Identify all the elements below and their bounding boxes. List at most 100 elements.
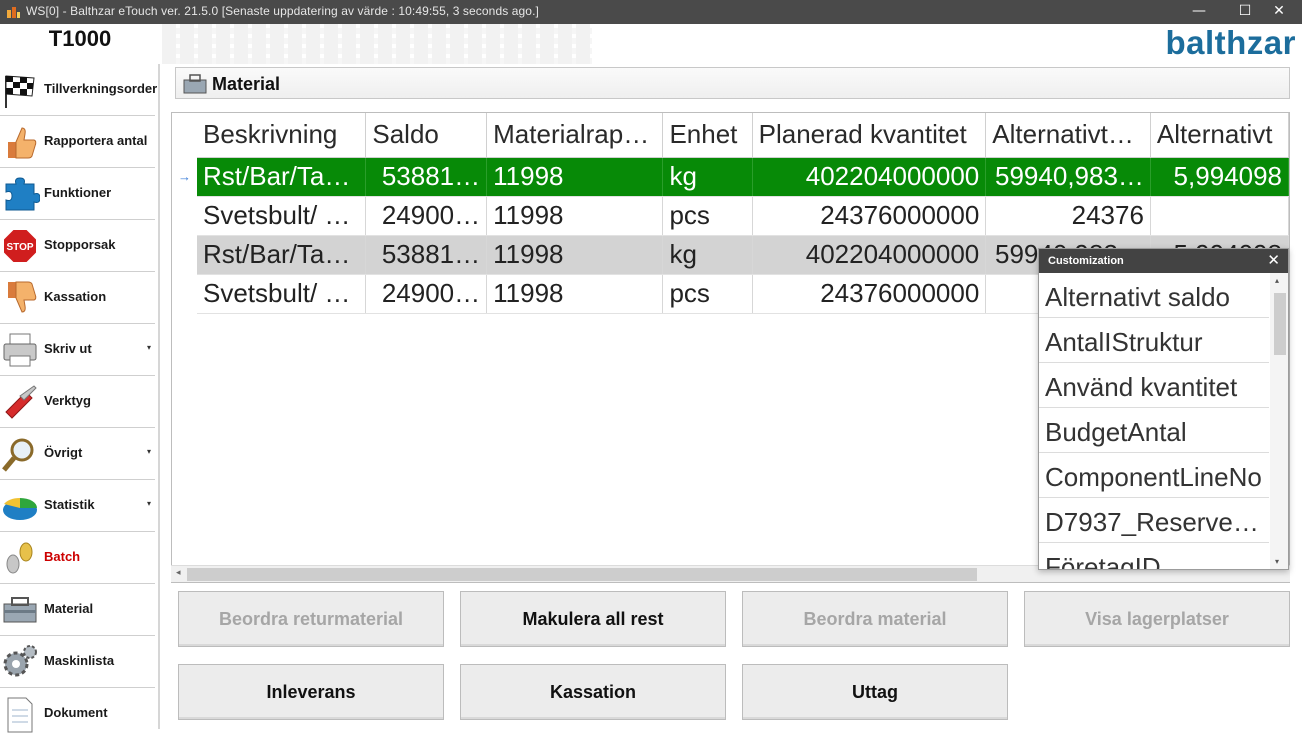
sidebar-item-kassation[interactable]: Kassation [0,272,155,324]
table-cell[interactable]: 402204000000 [752,157,987,197]
table-row[interactable]: Rst/Bar/Ta… 53881… 11998 kg 402204000000… [197,157,1289,197]
scroll-down-icon[interactable]: ▾ [1275,557,1279,566]
thumbs-up-icon [8,127,37,159]
close-icon[interactable]: ✕ [1267,251,1280,269]
minimize-button[interactable]: — [1176,0,1222,24]
table-cell[interactable]: 59940,983… [985,157,1151,197]
column-header[interactable]: Enhet [662,113,753,158]
column-header[interactable]: Beskrivning [197,113,367,158]
page-title: Material [212,74,281,94]
sidebar-item-stopporsak[interactable]: STOP Stopporsak [0,220,155,272]
column-header[interactable]: Materialrap… [486,113,664,158]
gears-icon [3,645,37,677]
sidebar-item-label: Maskinlista [44,653,115,668]
sidebar-item-maskinlista[interactable]: Maskinlista [0,636,155,688]
beordra-material-button[interactable]: Beordra material [742,591,1008,647]
stop-sign-icon: STOP [2,228,38,264]
pie-chart-icon [3,497,37,520]
kassation-button[interactable]: Kassation [460,664,726,720]
scrollbar-thumb[interactable] [1274,293,1286,355]
sidebar-item-label: Övrigt [44,445,83,460]
column-header[interactable]: Alternativt [1150,113,1289,158]
customization-column-item[interactable]: FöretagID [1039,543,1269,569]
table-cell[interactable]: 53881… [365,157,488,197]
window-titlebar: WS[0] - Balthzar eTouch ver. 21.5.0 [Sen… [0,0,1302,24]
table-cell[interactable]: 402204000000 [752,235,987,275]
table-cell[interactable]: 11998 [486,196,664,236]
sidebar-item-material[interactable]: Material [0,584,155,636]
footprints-icon [6,542,33,574]
table-cell[interactable]: Rst/Bar/Ta… [197,157,367,197]
table-cell[interactable]: 11998 [486,157,664,197]
sidebar-item-skriv-ut[interactable]: Skriv ut ▾ [0,324,155,376]
sidebar-item-label: Batch [44,549,81,564]
table-cell[interactable]: Rst/Bar/Ta… [197,235,367,275]
current-row-arrow-icon: → [178,169,191,184]
beordra-returmaterial-button[interactable]: Beordra returmaterial [178,591,444,647]
table-cell[interactable] [1150,196,1289,236]
table-row[interactable]: Svetsbult/ … 24900… 11998 pcs 2437600000… [197,196,1289,236]
table-cell[interactable]: 24376000000 [752,274,987,314]
sidebar-item-label: Dokument [44,705,108,720]
table-cell[interactable]: pcs [662,196,753,236]
magnifier-icon [2,438,34,472]
sidebar-item-dokument[interactable]: Dokument [0,688,155,740]
customization-column-item[interactable]: Alternativt saldo [1039,273,1269,318]
table-cell[interactable]: 5,994098 [1150,157,1289,197]
table-cell[interactable]: Svetsbult/ … [197,196,367,236]
table-cell[interactable]: kg [662,157,753,197]
column-header[interactable]: Saldo [365,113,488,158]
toolbox-icon [183,74,207,94]
toolbox-icon [3,597,37,623]
scroll-up-icon[interactable]: ▴ [1275,276,1279,285]
makulera-all-rest-button[interactable]: Makulera all rest [460,591,726,647]
sidebar-item-statistik[interactable]: Statistik ▾ [0,480,155,532]
column-header[interactable]: Planerad kvantitet [752,113,987,158]
sidebar-item-label: Material [44,601,94,616]
customization-column-item[interactable]: ComponentLineNo [1039,453,1269,498]
chevron-down-icon: ▾ [146,447,151,456]
sidebar: Tillverkningsorder Rapportera antal Funk… [0,64,160,733]
customization-column-item[interactable]: AntalIStruktur [1039,318,1269,363]
table-cell[interactable]: pcs [662,274,753,314]
table-cell[interactable]: 11998 [486,274,664,314]
sidebar-item-batch[interactable]: Batch [0,532,155,584]
sidebar-item-label: Stopporsak [44,237,116,252]
app-header: T1000 balthzar [0,24,1302,64]
sidebar-item-rapportera-antal[interactable]: Rapportera antal [0,116,155,168]
scroll-left-icon[interactable]: ◂ [176,567,181,578]
sidebar-item-ovrigt[interactable]: Övrigt ▾ [0,428,155,480]
sidebar-item-label: Verktyg [44,393,91,408]
chevron-down-icon: ▾ [146,343,151,352]
customization-scrollbar[interactable]: ▴ ▾ [1270,273,1288,569]
table-cell[interactable]: 24376000000 [752,196,987,236]
visa-lagerplatser-button[interactable]: Visa lagerplatser [1024,591,1290,647]
customization-column-item[interactable]: D7937_Reserve… [1039,498,1269,543]
table-cell[interactable]: Svetsbult/ … [197,274,367,314]
balthzar-logo: balthzar [1165,24,1296,61]
header-pattern [162,24,592,64]
customization-popup: Customization ✕ Alternativt saldo AntalI… [1038,248,1289,570]
checkered-flag-icon [5,75,35,108]
column-header[interactable]: Alternativt… [985,113,1151,158]
scrollbar-thumb[interactable] [187,568,977,581]
table-cell[interactable]: 24900… [365,196,488,236]
uttag-button[interactable]: Uttag [742,664,1008,720]
customization-column-item[interactable]: BudgetAntal [1039,408,1269,453]
close-window-button[interactable]: ✕ [1256,0,1302,24]
customization-title: Customization [1048,255,1124,267]
document-icon [7,697,33,733]
table-cell[interactable]: 11998 [486,235,664,275]
panel-header: Material [175,67,1290,99]
sidebar-item-tillverkningsorder[interactable]: Tillverkningsorder [0,64,157,116]
sidebar-item-label: Skriv ut [44,341,92,356]
sidebar-item-verktyg[interactable]: Verktyg [0,376,155,428]
sidebar-item-funktioner[interactable]: Funktioner [0,168,155,220]
table-cell[interactable]: 24376 [985,196,1151,236]
table-cell[interactable]: 24900… [365,274,488,314]
table-cell[interactable]: kg [662,235,753,275]
thumbs-down-icon [8,281,37,313]
customization-column-item[interactable]: Använd kvantitet [1039,363,1269,408]
inleverans-button[interactable]: Inleverans [178,664,444,720]
table-cell[interactable]: 53881… [365,235,488,275]
